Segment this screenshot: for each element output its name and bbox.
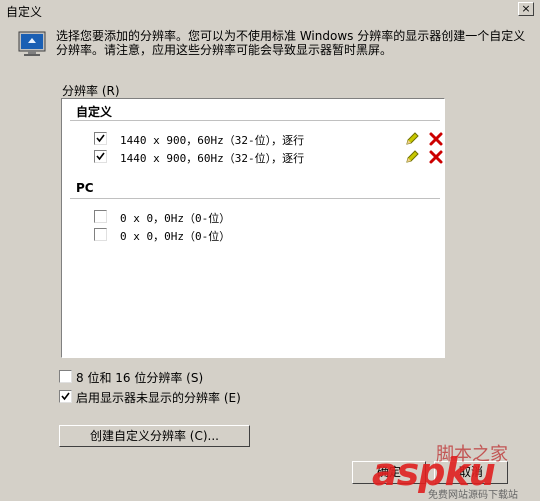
group-title-custom: 自定义: [76, 105, 113, 119]
monitor-icon: [18, 31, 46, 56]
watermark-sub: 免费网站源码下载站: [428, 490, 518, 501]
resolution-label: 1440 x 900，60Hz（32-位），逐行: [120, 134, 305, 147]
low-color-label: 8 位和 16 位分辨率 (S): [76, 371, 204, 385]
resolution-checkbox[interactable]: [94, 150, 107, 163]
group-divider: [70, 198, 440, 199]
resolution-label: 0 x 0，0Hz（0-位）: [120, 230, 231, 243]
low-color-checkbox[interactable]: [59, 370, 72, 383]
list-item[interactable]: 0 x 0，0Hz（0-位）: [94, 209, 434, 225]
show-unsupported-checkbox[interactable]: [59, 390, 72, 403]
resolution-label: 0 x 0，0Hz（0-位）: [120, 212, 231, 225]
group-title-pc: PC: [76, 181, 94, 195]
list-item[interactable]: 0 x 0，0Hz（0-位）: [94, 227, 434, 243]
list-item[interactable]: 1440 x 900，60Hz（32-位），逐行: [94, 149, 443, 165]
resolution-checkbox[interactable]: [94, 228, 107, 241]
watermark-logo: 脚本之家 aspku 免费网站源码下载站: [372, 440, 540, 501]
delete-icon[interactable]: [428, 149, 444, 165]
window-title: 自定义: [6, 5, 43, 19]
resolution-list-label: 分辨率 (R): [62, 84, 120, 98]
show-unsupported-label: 启用显示器未显示的分辨率 (E): [76, 391, 241, 405]
create-custom-resolution-button[interactable]: 创建自定义分辨率 (C)...: [59, 425, 250, 447]
list-item[interactable]: 1440 x 900，60Hz（32-位），逐行: [94, 131, 443, 147]
close-button[interactable]: ×: [518, 2, 534, 16]
checkmark-icon: [61, 392, 70, 401]
resolution-checkbox[interactable]: [94, 210, 107, 223]
resolution-label: 1440 x 900，60Hz（32-位），逐行: [120, 152, 305, 165]
edit-pencil-icon[interactable]: [404, 131, 420, 147]
resolution-checkbox[interactable]: [94, 132, 107, 145]
title-bar: 自定义 ×: [0, 0, 540, 20]
delete-icon[interactable]: [428, 131, 444, 147]
description-text: 选择您要添加的分辨率。您可以为不使用标准 Windows 分辨率的显示器创建一个…: [56, 29, 526, 57]
resolution-listbox[interactable]: 自定义 1440 x 900，60Hz（32-位），逐行 1440 x 900，…: [61, 98, 445, 358]
close-icon: ×: [521, 2, 531, 15]
edit-pencil-icon[interactable]: [404, 149, 420, 165]
group-divider: [70, 120, 440, 121]
checkmark-icon: [96, 152, 105, 161]
checkmark-icon: [96, 134, 105, 143]
